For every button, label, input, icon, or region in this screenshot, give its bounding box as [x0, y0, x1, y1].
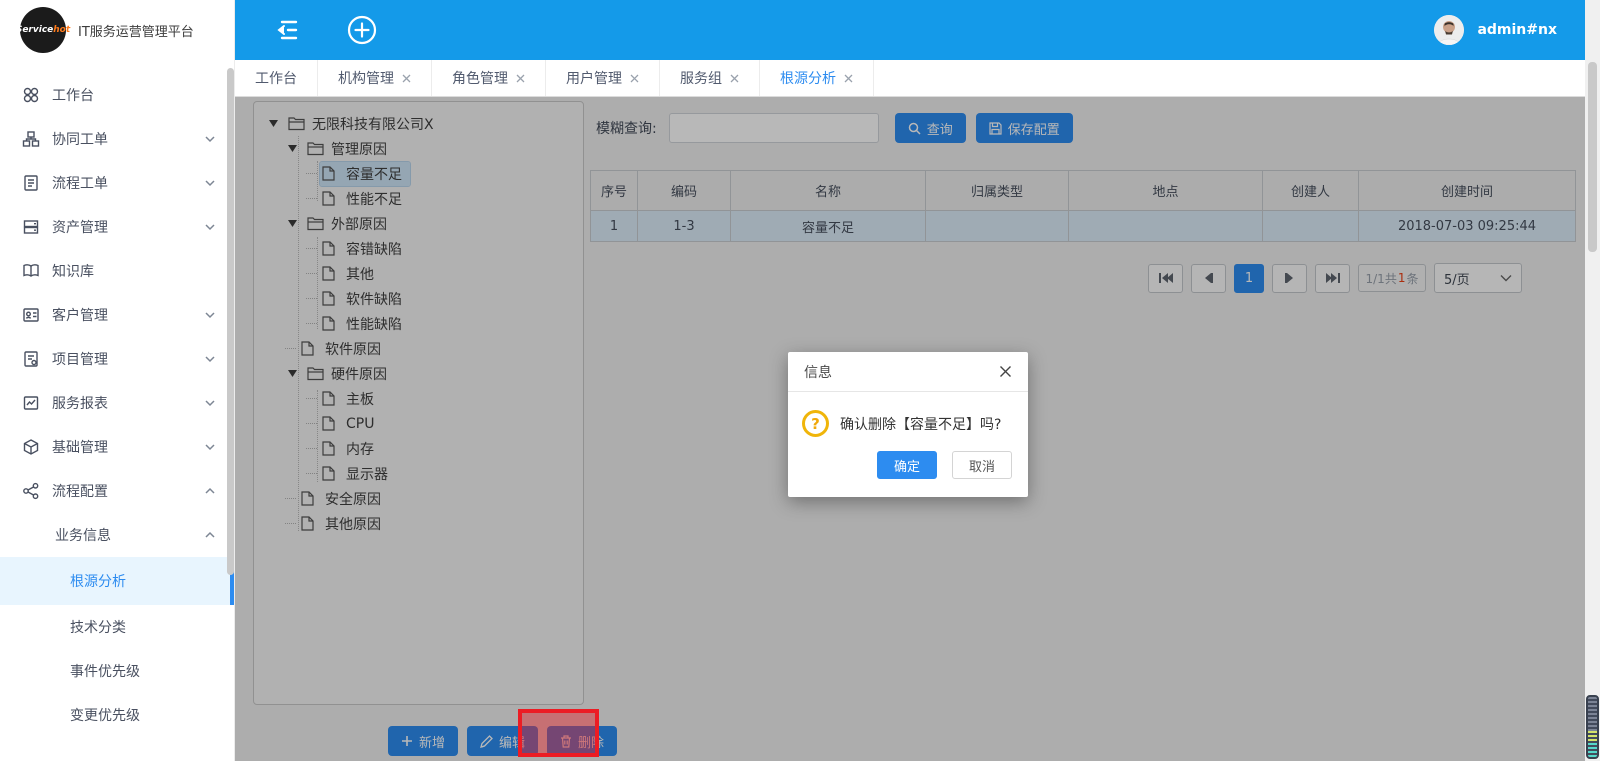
sidebar-item-root-cause-analysis[interactable]: 根源分析 [0, 557, 234, 605]
tab-label: 用户管理 [566, 68, 622, 88]
page: Servicehot IT服务运营管理平台 工作台 协同工单 流程工单 资产管理 [0, 0, 1600, 761]
dialog-message: 确认删除【容量不足】吗? [840, 414, 1001, 434]
product-title: IT服务运营管理平台 [78, 21, 194, 40]
user-menu[interactable]: admin#nx [1434, 15, 1557, 45]
logo-row: Servicehot IT服务运营管理平台 [0, 0, 234, 60]
add-circle-icon[interactable] [347, 15, 377, 45]
sidebar-item-process-orders[interactable]: 流程工单 [0, 161, 234, 205]
sidebar-item-label: 流程工单 [52, 173, 204, 193]
confirm-button[interactable]: 确定 [877, 451, 937, 479]
sidebar-item-label: 项目管理 [52, 349, 204, 369]
sidebar-scrollbar-thumb[interactable] [227, 68, 234, 575]
close-icon[interactable] [630, 74, 639, 83]
book-icon [22, 262, 40, 280]
sidebar-item-label: 事件优先级 [70, 661, 216, 681]
grid-icon [22, 86, 40, 104]
chevron-down-icon [204, 441, 216, 453]
close-icon[interactable] [402, 74, 411, 83]
sidebar-item-label: 业务信息 [55, 525, 204, 545]
tab-workbench[interactable]: 工作台 [235, 60, 318, 96]
sidebar-item-label: 资产管理 [52, 217, 204, 237]
share-nodes-icon [22, 482, 40, 500]
chevron-up-icon [204, 529, 216, 541]
sidebar: Servicehot IT服务运营管理平台 工作台 协同工单 流程工单 资产管理 [0, 0, 235, 761]
tab-label: 机构管理 [338, 68, 394, 88]
collapse-menu-icon[interactable] [275, 19, 303, 41]
minimap-gray-stripes [1588, 697, 1597, 731]
sidebar-item-collab-orders[interactable]: 协同工单 [0, 117, 234, 161]
minimap-widget [1586, 695, 1599, 759]
sidebar-item-customer-mgmt[interactable]: 客户管理 [0, 293, 234, 337]
close-icon[interactable] [999, 365, 1012, 378]
dialog-title: 信息 [804, 362, 832, 382]
question-icon [802, 410, 829, 437]
cancel-button[interactable]: 取消 [952, 451, 1012, 479]
sidebar-item-label: 技术分类 [70, 617, 216, 637]
chevron-down-icon [204, 177, 216, 189]
page-scrollbar[interactable] [1585, 0, 1600, 761]
sidebar-item-change-priority[interactable]: 变更优先级 [0, 693, 234, 737]
close-icon[interactable] [844, 74, 853, 83]
dialog-body: 确认删除【容量不足】吗? [788, 392, 1028, 437]
sidebar-item-label: 工作台 [52, 85, 216, 105]
sidebar-item-label: 根源分析 [70, 571, 212, 591]
dialog-header: 信息 [788, 352, 1028, 392]
sidebar-item-basic-mgmt[interactable]: 基础管理 [0, 425, 234, 469]
tab-label: 工作台 [255, 68, 297, 88]
page-scrollbar-thumb[interactable] [1588, 62, 1597, 252]
close-icon[interactable] [516, 74, 525, 83]
topbar: admin#nx [235, 0, 1585, 60]
sidebar-item-asset-mgmt[interactable]: 资产管理 [0, 205, 234, 249]
project-doc-icon [22, 350, 40, 368]
report-chart-icon [22, 394, 40, 412]
chevron-down-icon [204, 397, 216, 409]
chevron-down-icon [204, 309, 216, 321]
sidebar-item-tech-category[interactable]: 技术分类 [0, 605, 234, 649]
org-chart-icon [22, 130, 40, 148]
chevron-down-icon [204, 133, 216, 145]
asset-icon [22, 218, 40, 236]
tab-role-mgmt[interactable]: 角色管理 [432, 60, 546, 96]
cube-icon [22, 438, 40, 456]
minimap-yellow-stripes [1588, 731, 1597, 743]
document-icon [22, 174, 40, 192]
chevron-down-icon [204, 221, 216, 233]
logo-text-service: Service [16, 25, 53, 35]
confirm-dialog: 信息 确认删除【容量不足】吗? 确定 取消 [788, 352, 1028, 497]
avatar [1434, 15, 1464, 45]
tab-user-mgmt[interactable]: 用户管理 [546, 60, 660, 96]
customer-card-icon [22, 306, 40, 324]
sidebar-item-incident-priority[interactable]: 事件优先级 [0, 649, 234, 693]
chevron-down-icon [204, 353, 216, 365]
close-icon[interactable] [730, 74, 739, 83]
sidebar-item-label: 服务报表 [52, 393, 204, 413]
tab-label: 根源分析 [780, 68, 836, 88]
sidebar-item-process-config[interactable]: 流程配置 [0, 469, 234, 513]
sidebar-item-workbench[interactable]: 工作台 [0, 73, 234, 117]
logo-text-hot: hot [53, 25, 70, 35]
sidebar-item-label: 客户管理 [52, 305, 204, 325]
tab-root-cause-analysis[interactable]: 根源分析 [760, 60, 874, 96]
tabbar: 工作台 机构管理 角色管理 用户管理 服务组 根源分析 [235, 60, 1585, 97]
sidebar-item-label: 流程配置 [52, 481, 204, 501]
dialog-footer: 确定 取消 [788, 437, 1028, 479]
sidebar-item-label: 基础管理 [52, 437, 204, 457]
sidebar-item-label: 知识库 [52, 261, 216, 281]
tab-org-mgmt[interactable]: 机构管理 [318, 60, 432, 96]
annotation-highlight-box [518, 709, 599, 757]
sidebar-item-business-info[interactable]: 业务信息 [0, 513, 234, 557]
minimap-teal-stripes [1588, 743, 1597, 759]
chevron-up-icon [204, 485, 216, 497]
sidebar-item-project-mgmt[interactable]: 项目管理 [0, 337, 234, 381]
sidebar-item-knowledge-base[interactable]: 知识库 [0, 249, 234, 293]
servicehot-logo: Servicehot [20, 7, 66, 53]
username: admin#nx [1477, 22, 1557, 38]
sidebar-item-service-reports[interactable]: 服务报表 [0, 381, 234, 425]
tab-label: 服务组 [680, 68, 722, 88]
sidebar-nav: 工作台 协同工单 流程工单 资产管理 知识库 [0, 60, 234, 737]
tab-label: 角色管理 [452, 68, 508, 88]
sidebar-item-label: 协同工单 [52, 129, 204, 149]
tab-service-group[interactable]: 服务组 [660, 60, 760, 96]
sidebar-item-label: 变更优先级 [70, 705, 216, 725]
